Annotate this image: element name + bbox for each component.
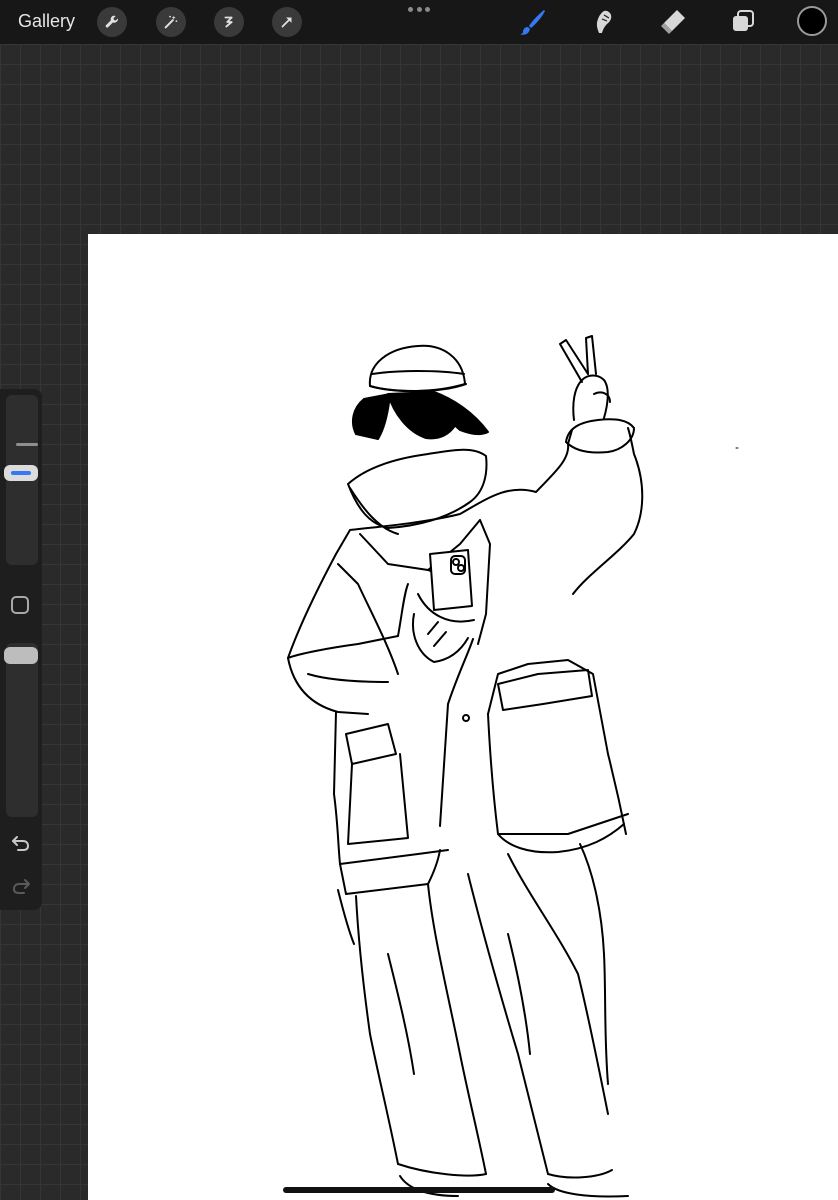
selection-icon	[224, 16, 233, 28]
smudge-tool-button[interactable]	[587, 6, 619, 38]
adjustments-button[interactable]	[156, 7, 186, 37]
redo-button[interactable]	[10, 875, 32, 897]
more-dot-icon	[408, 6, 413, 12]
gallery-button[interactable]: Gallery	[18, 11, 75, 32]
left-sidebar	[0, 389, 42, 910]
magic-wand-icon	[164, 15, 178, 29]
opacity-slider[interactable]	[6, 643, 38, 817]
undo-button[interactable]	[10, 832, 32, 854]
wrench-icon	[105, 15, 118, 28]
top-toolbar: Gallery	[0, 0, 838, 44]
size-thumb-indicator	[11, 471, 31, 476]
smudge-icon	[596, 10, 612, 33]
brush-size-thumb[interactable]	[4, 465, 38, 482]
modify-square-icon[interactable]	[11, 596, 29, 614]
undo-icon	[12, 836, 30, 851]
more-dot-icon	[425, 6, 430, 12]
layers-icon	[733, 10, 754, 31]
brush-tool-button[interactable]	[517, 6, 549, 38]
transform-button[interactable]	[272, 7, 302, 37]
drawing-canvas[interactable]	[88, 234, 838, 1200]
home-indicator	[283, 1187, 555, 1193]
size-slider-marker	[16, 443, 38, 446]
brush-icon	[520, 10, 545, 35]
eraser-tool-button[interactable]	[657, 6, 689, 38]
redo-icon	[12, 879, 30, 894]
selection-button[interactable]	[214, 7, 244, 37]
more-options-button[interactable]	[408, 4, 430, 14]
eraser-icon	[661, 10, 685, 34]
opacity-thumb[interactable]	[4, 647, 38, 664]
line-art-drawing	[287, 335, 739, 1198]
more-dot-icon	[416, 6, 422, 12]
transform-arrow-icon	[281, 17, 292, 28]
color-picker-button[interactable]	[797, 6, 827, 36]
actions-wrench-button[interactable]	[97, 7, 127, 37]
layers-button[interactable]	[727, 6, 759, 38]
